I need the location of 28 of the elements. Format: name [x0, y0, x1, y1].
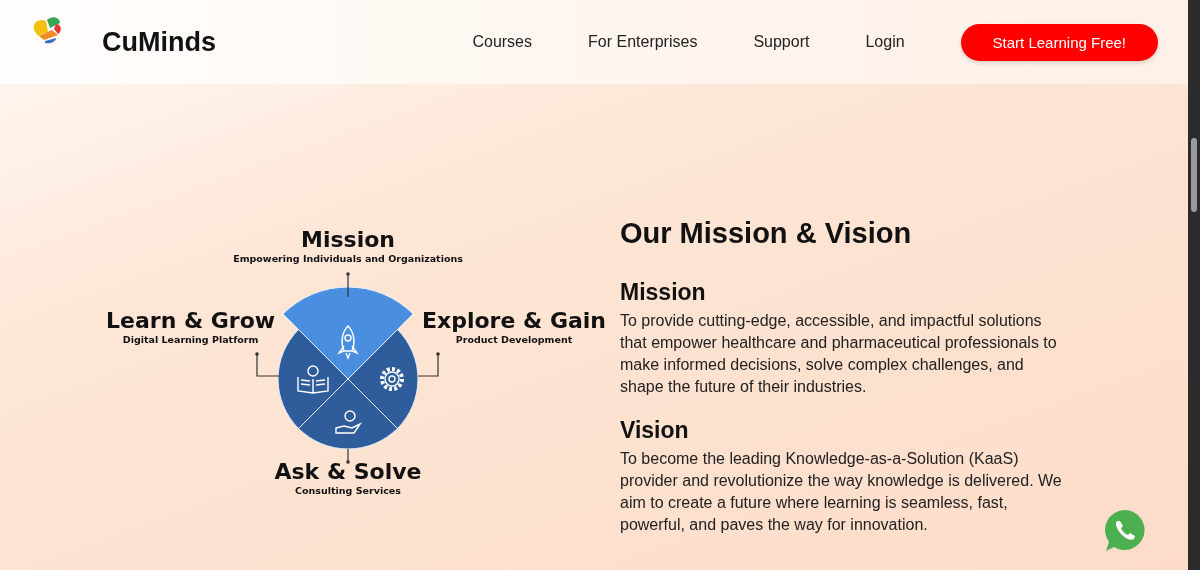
scrollbar[interactable]	[1188, 0, 1200, 570]
brand-name[interactable]: CuMinds	[102, 26, 216, 58]
nav-link[interactable]: Support	[753, 33, 810, 51]
rocket-icon	[338, 325, 358, 359]
segment-title: Mission	[301, 227, 395, 253]
segment-subtitle: Empowering Individuals and Organizations	[233, 253, 463, 265]
section-heading: Our Mission & Vision	[620, 216, 913, 250]
subsection-title: Vision	[620, 416, 690, 444]
nav-link[interactable]: For Enterprises	[588, 33, 698, 51]
nav-link[interactable]: Login	[865, 33, 905, 51]
nav-link[interactable]: Courses	[472, 33, 532, 51]
segment-title: Learn & Grow	[106, 308, 276, 334]
segment-subtitle: Consulting Services	[295, 485, 401, 497]
segment-title: Explore & Gain	[422, 308, 606, 334]
connector-line	[346, 448, 350, 464]
hand-bulb-icon	[335, 410, 363, 434]
segment-title: Ask & Solve	[274, 459, 422, 485]
connector-line	[417, 352, 440, 377]
paragraph: To provide cutting-edge, accessible, and impactful solutions that empower healthcare and pharmaceutical professionals to make informed decisions, solve complex challenges, and shape the future of their industries.	[620, 311, 1058, 397]
gear-icon	[380, 367, 404, 391]
connector-line	[346, 272, 350, 298]
book-bulb-icon	[297, 365, 329, 394]
start-learning-button[interactable]: Start Learning Free!	[960, 23, 1158, 61]
segment-subtitle: Product Development	[455, 334, 573, 346]
subsection-title: Mission	[620, 278, 707, 306]
segment-subtitle: Digital Learning Platform	[122, 334, 259, 346]
paragraph: To become the leading Knowledge-as-a-Solution (KaaS) provider and revolutionize the way knowledge is delivered. We aim to create a future where learning is seamless, fast, powerful, and paves the way for innovation.	[620, 449, 1063, 535]
connector-line	[255, 352, 280, 377]
